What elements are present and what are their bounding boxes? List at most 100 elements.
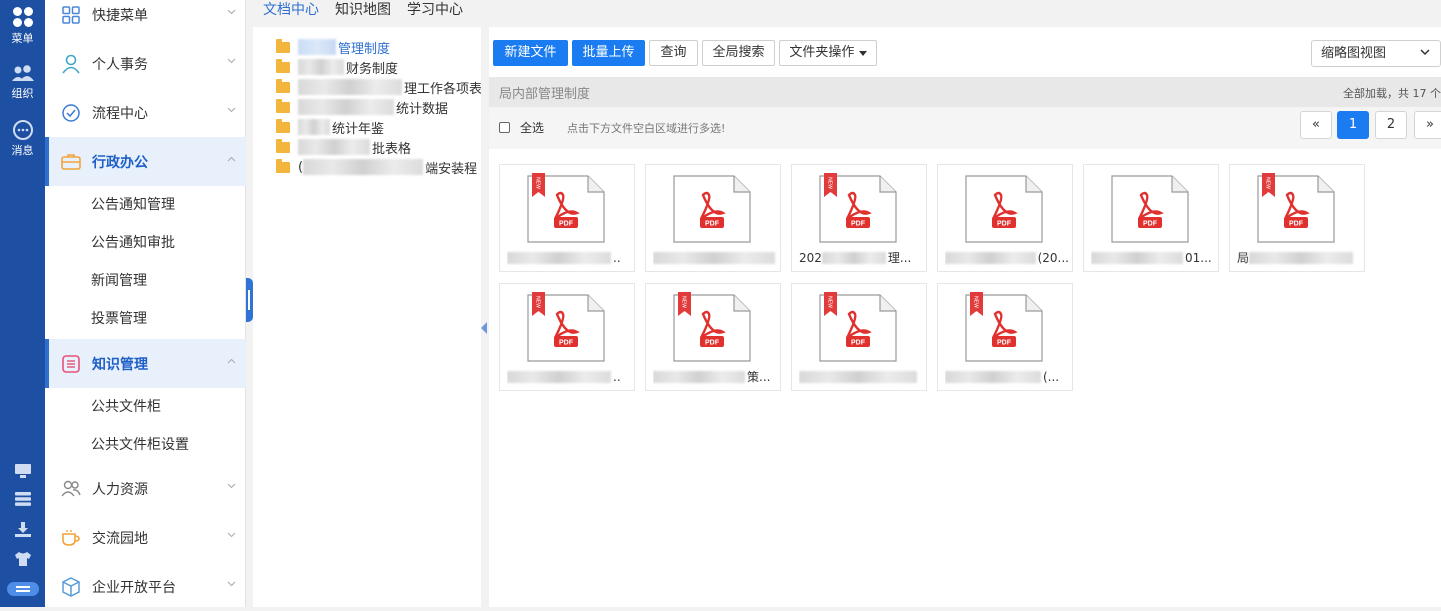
tab-knowledge-map[interactable]: 知识地图 [335, 0, 391, 24]
sidebar-collapse-handle[interactable] [246, 278, 253, 322]
rail-menu[interactable]: 菜单 [0, 6, 45, 46]
menu-item-admin-office[interactable]: 行政办公 [45, 137, 246, 186]
batch-upload-button[interactable]: 批量上传 [572, 40, 645, 66]
pagination-page-2[interactable]: 2 [1375, 111, 1407, 139]
file-card[interactable]: PDF NEW 202 理... [791, 164, 927, 272]
menu-item-community[interactable]: 交流园地 [45, 513, 246, 562]
global-search-button[interactable]: 全局搜索 [702, 40, 775, 66]
file-card[interactable]: PDF NEW 策... [645, 283, 781, 391]
file-card[interactable]: PDF NEW [791, 283, 927, 391]
file-card[interactable]: PDF NEW .. [499, 164, 635, 272]
tree-node-label: 端安装程 [425, 161, 478, 177]
svg-text:PDF: PDF [851, 340, 866, 347]
select-all-label[interactable]: 全选 [520, 119, 544, 136]
folder-ops-dropdown[interactable]: 文件夹操作 [779, 40, 877, 66]
pagination-next[interactable]: » [1414, 111, 1441, 139]
chat-bubble-icon [12, 120, 33, 140]
file-card[interactable]: PDF 01... [1083, 164, 1219, 272]
folder-icon [276, 158, 290, 173]
app-rail: 菜单 组织 消息 [0, 0, 45, 607]
menu-label-workflow: 流程中心 [92, 105, 148, 122]
rail-more[interactable] [0, 582, 45, 598]
menu-item-knowledge[interactable]: 知识管理 [45, 339, 246, 388]
menu-item-hr[interactable]: 人力资源 [45, 464, 246, 513]
pdf-file-icon: PDF [1111, 175, 1189, 243]
menu-item-personal[interactable]: 个人事务 [45, 39, 246, 88]
tree-node[interactable]: 财务制度 [276, 57, 398, 77]
tree-node[interactable]: 管理制度 [276, 37, 390, 57]
query-button[interactable]: 查询 [649, 40, 698, 66]
more-icon [6, 582, 39, 596]
tree-node-label: 理工作各项表格 [404, 81, 481, 97]
svg-text:NEW: NEW [1265, 177, 1271, 189]
submenu-notice-approval[interactable]: 公告通知审批 [45, 224, 246, 262]
pagination-page-1[interactable]: 1 [1337, 111, 1369, 139]
svg-text:PDF: PDF [1143, 221, 1158, 228]
file-card[interactable]: PDF NEW (... [937, 283, 1073, 391]
person-icon [58, 53, 84, 75]
submenu-public-cabinet[interactable]: 公共文件柜 [45, 388, 246, 426]
tree-node[interactable]: 统计年鉴 [276, 117, 384, 137]
view-mode-select[interactable]: 缩略图视图 [1311, 40, 1441, 67]
tree-node-label: 统计年鉴 [332, 121, 385, 137]
chevron-down-icon [227, 9, 236, 15]
select-all-checkbox[interactable] [499, 122, 510, 133]
new-badge-icon: NEW [678, 292, 691, 316]
submenu-public-cabinet-settings[interactable]: 公共文件柜设置 [45, 426, 246, 464]
file-card[interactable]: PDF NEW .. [499, 283, 635, 391]
new-badge-icon: NEW [824, 173, 837, 197]
svg-text:PDF: PDF [1289, 221, 1304, 228]
tree-node[interactable]: 批表格 [276, 137, 411, 157]
pdf-file-icon: PDF [673, 175, 751, 243]
svg-text:NEW: NEW [535, 177, 541, 189]
file-card[interactable]: PDF NEW 局 [1229, 164, 1365, 272]
tab-learning-center[interactable]: 学习中心 [407, 0, 463, 24]
chevron-down-icon [227, 532, 236, 538]
menu-label-shortcuts: 快捷菜单 [92, 7, 148, 24]
tree-node[interactable]: 理工作各项表格 [276, 77, 481, 97]
menu-label-admin-office: 行政办公 [92, 154, 148, 171]
folder-path-bar: 局内部管理制度 全部加载，共 17 个 [489, 77, 1441, 107]
new-badge-icon: NEW [532, 292, 545, 316]
svg-text:PDF: PDF [705, 221, 720, 228]
folder-tree: 管理制度 财务制度 理工作各项表格 统计数据 统计年鉴 批表格 ( 端安装程 [253, 27, 481, 607]
hr-people-icon [58, 478, 84, 500]
tree-node[interactable]: ( 端安装程 [276, 157, 477, 177]
file-name: 局 [1237, 250, 1361, 266]
rail-stack[interactable] [0, 491, 45, 509]
rail-messages[interactable]: 消息 [0, 120, 45, 158]
menu-item-workflow[interactable]: 流程中心 [45, 88, 246, 137]
chevron-down-icon [227, 107, 236, 113]
shortcut-grid-icon [58, 4, 84, 26]
menu-item-open-platform[interactable]: 企业开放平台 [45, 562, 246, 611]
tree-node[interactable]: 统计数据 [276, 97, 448, 117]
submenu-vote-management[interactable]: 投票管理 [45, 300, 246, 338]
svg-text:NEW: NEW [535, 296, 541, 308]
svg-text:PDF: PDF [705, 340, 720, 347]
menu-item-shortcuts[interactable]: 快捷菜单 [45, 0, 246, 39]
briefcase-icon [58, 151, 84, 173]
rail-monitor[interactable] [0, 463, 45, 481]
folder-icon [276, 98, 290, 113]
file-name: (20... [945, 250, 1069, 266]
submenu-notice-management[interactable]: 公告通知管理 [45, 186, 246, 224]
file-card[interactable]: PDF [645, 164, 781, 272]
chevron-down-icon [1420, 49, 1430, 56]
splitter-collapse-arrow[interactable] [481, 322, 487, 334]
rail-download[interactable] [0, 522, 45, 540]
svg-text:NEW: NEW [973, 296, 979, 308]
submenu-news-management[interactable]: 新闻管理 [45, 262, 246, 300]
tree-node-label: 批表格 [372, 141, 412, 157]
svg-text:PDF: PDF [559, 221, 574, 228]
new-file-button[interactable]: 新建文件 [493, 40, 568, 66]
file-name: .. [507, 250, 631, 266]
tab-document-center[interactable]: 文档中心 [263, 0, 319, 24]
folder-icon [276, 118, 290, 133]
rail-org[interactable]: 组织 [0, 65, 45, 101]
folder-icon [276, 38, 290, 53]
top-tab-bar: 文档中心 知识地图 学习中心 [253, 0, 1441, 26]
chevron-up-icon [227, 156, 236, 162]
rail-theme[interactable] [0, 551, 45, 569]
file-card[interactable]: PDF (20... [937, 164, 1073, 272]
pagination-prev[interactable]: « [1300, 111, 1332, 139]
